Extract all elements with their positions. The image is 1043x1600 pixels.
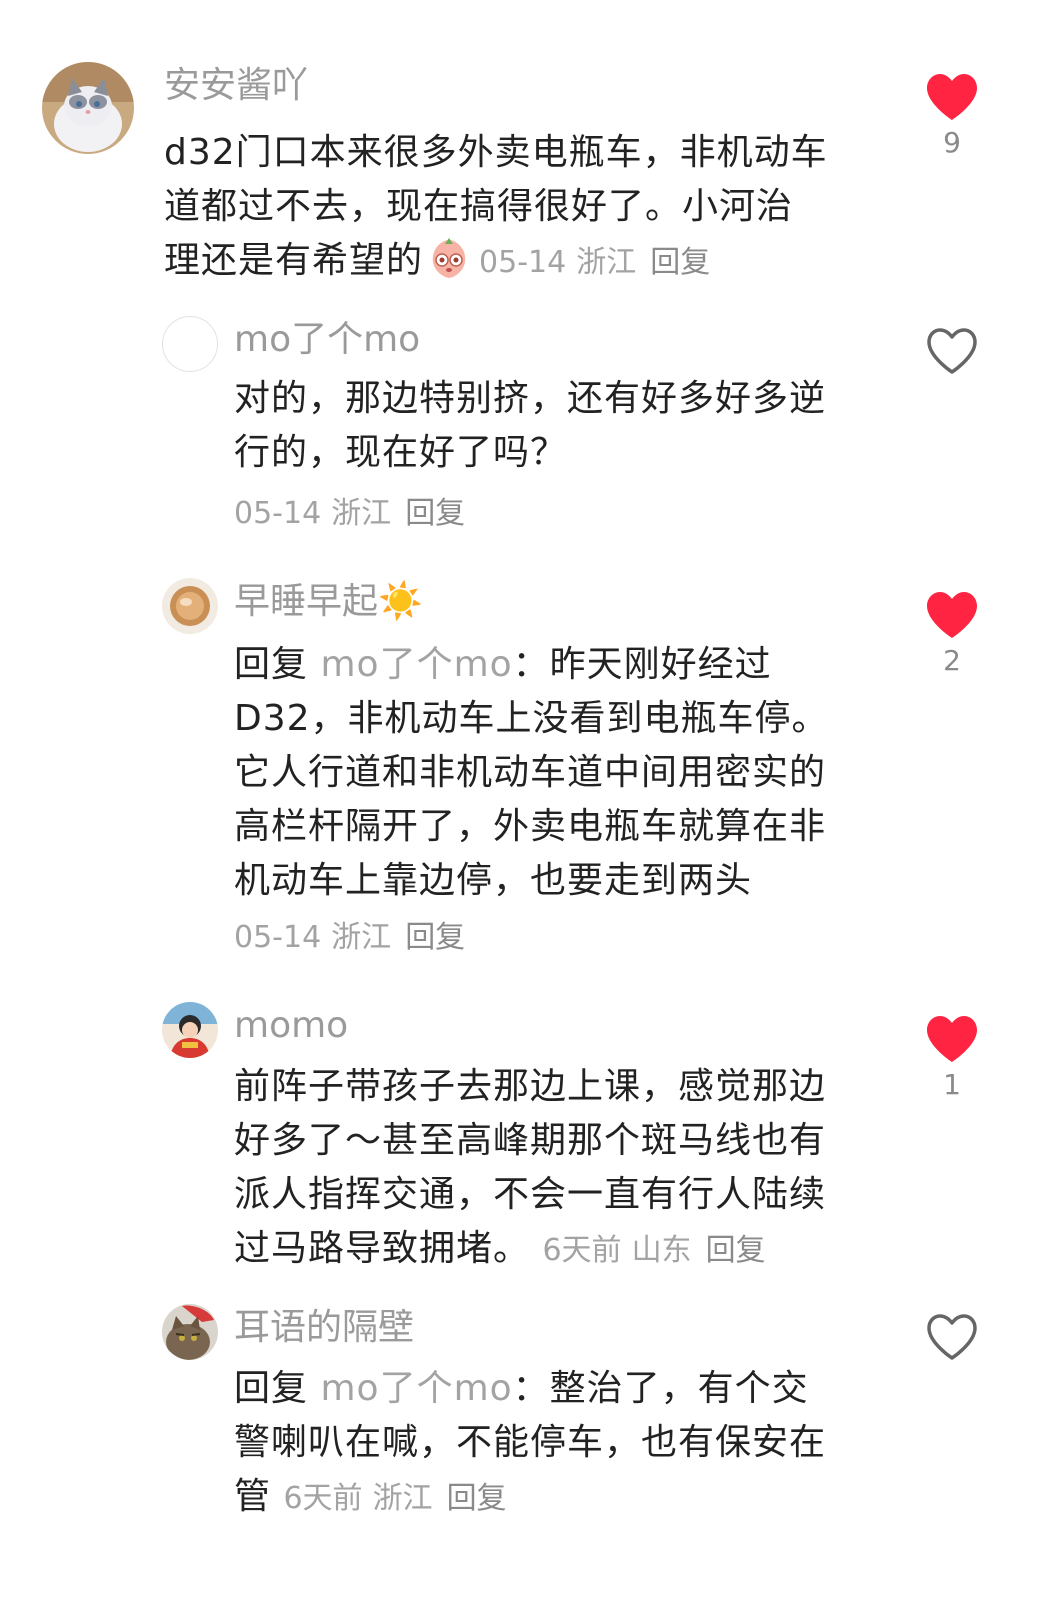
comment-date: 6天前 [283,1481,363,1516]
like-count: 1 [943,1068,961,1101]
reply-button[interactable]: 回复 [650,245,710,280]
reply-prefix: 回复 [234,1368,309,1409]
comment-meta: 05-14 浙江 回复 [234,918,465,958]
like-count: 2 [943,644,961,677]
comment-body: 对的，那边特别挤，还有好多好多逆 行的，现在好了吗？ [234,372,894,480]
comment-username[interactable]: 早睡早起☀️ [234,580,423,624]
comment-line-text: ：昨天刚好经过 [512,644,772,685]
reply-button[interactable]: 回复 [405,920,465,955]
heart-outline-icon [927,1314,977,1360]
peach-face-emoji [427,236,471,280]
comment-meta: 05-14 浙江 回复 [234,494,465,534]
like-button[interactable]: 2 [922,590,982,678]
coffee-avatar[interactable] [162,578,218,634]
comment-line: 行的，现在好了吗？ [234,432,568,473]
comment-line: 对的，那边特别挤，还有好多好多逆 [234,378,827,419]
tabby-cat-avatar[interactable] [162,1304,218,1360]
comment-date: 05-14 [234,920,322,955]
heart-outline-icon [927,328,977,374]
blank-avatar[interactable] [162,316,218,372]
comment-line: 它人行道和非机动车道中间用密实的 [234,752,827,793]
comment-line: 前阵子带孩子去那边上课，感觉那边 [234,1066,827,1107]
like-button[interactable]: 9 [922,72,982,160]
comment-username-text: 早睡早起☀️ [234,581,423,622]
reply-prefix: 回复 [234,644,309,685]
comment-region: 浙江 [576,245,637,280]
comment-username[interactable]: momo [234,1004,348,1048]
like-button[interactable]: 1 [922,1014,982,1102]
comment-line: 管 6天前 浙江 回复 [234,1470,894,1524]
comment-region: 浙江 [372,1481,433,1516]
comment-body: 前阵子带孩子去那边上课，感觉那边 好多了～甚至高峰期那个斑马线也有 派人指挥交通… [234,1060,894,1276]
heart-filled-icon [927,592,977,638]
comment-line: 派人指挥交通，不会一直有行人陆续 [234,1174,827,1215]
comment-date: 05-14 [234,496,322,531]
like-button[interactable] [922,1312,982,1366]
cat-avatar[interactable] [42,62,134,154]
reply-target-username[interactable]: mo了个mo [320,644,512,685]
comment-item: mo了个mo 对的，那边特别挤，还有好多好多逆 行的，现在好了吗？ 05-14 浙… [0,300,1043,550]
comment-item: 安安酱吖 d32门口本来很多外卖电瓶车，非机动车 道都过不去，现在搞得很好了。小… [0,0,1043,300]
comment-item: momo 前阵子带孩子去那边上课，感觉那边 好多了～甚至高峰期那个斑马线也有 派… [0,970,1043,1280]
comment-meta: 05-14 浙江 回复 [479,245,710,280]
comment-item: 早睡早起☀️ 回复 mo了个mo：昨天刚好经过 D32，非机动车上没看到电瓶车停… [0,550,1043,970]
comment-line: D32，非机动车上没看到电瓶车停。 [234,698,829,739]
reply-button[interactable]: 回复 [405,496,465,531]
comment-line-text: 理还是有希望的 [164,240,424,281]
reply-button[interactable]: 回复 [706,1233,766,1268]
like-button[interactable] [922,326,982,380]
comment-body: d32门口本来很多外卖电瓶车，非机动车 道都过不去，现在搞得很好了。小河治 理还… [164,126,894,288]
comment-line: 回复 mo了个mo：昨天刚好经过 [234,638,894,692]
comment-username[interactable]: mo了个mo [234,318,420,362]
comment-body: 回复 mo了个mo：昨天刚好经过 D32，非机动车上没看到电瓶车停。 它人行道和… [234,638,894,908]
comment-body: 回复 mo了个mo：整治了，有个交 警喇叭在喊，不能停车，也有保安在 管 6天前… [234,1362,894,1524]
comment-date: 05-14 [479,245,567,280]
comment-line: d32门口本来很多外卖电瓶车，非机动车 [164,132,828,173]
comment-meta: 6天前 山东 回复 [542,1233,765,1268]
comment-meta: 6天前 浙江 回复 [283,1481,506,1516]
comment-line: 好多了～甚至高峰期那个斑马线也有 [234,1120,827,1161]
girl-avatar[interactable] [162,1002,218,1058]
comment-username[interactable]: 耳语的隔壁 [234,1306,414,1350]
comment-username[interactable]: 安安酱吖 [164,64,308,108]
comment-line: 理还是有希望的 05-14 浙江 回复 [164,234,894,288]
comment-date: 6天前 [542,1233,622,1268]
like-count: 9 [943,126,961,159]
comment-line-text: 管 [234,1476,272,1517]
comment-region: 浙江 [331,920,392,955]
reply-target-username[interactable]: mo了个mo [320,1368,512,1409]
comment-line: 回复 mo了个mo：整治了，有个交 [234,1362,894,1416]
comment-line: 过马路导致拥堵。 6天前 山东 回复 [234,1222,894,1276]
reply-button[interactable]: 回复 [447,1481,507,1516]
comment-line: 道都过不去，现在搞得很好了。小河治 [164,186,794,227]
comment-region: 浙江 [331,496,392,531]
comment-line-text: ：整治了，有个交 [512,1368,809,1409]
comment-region: 山东 [631,1233,692,1268]
comment-line-text: 过马路导致拥堵。 [234,1228,531,1269]
comment-line: 警喇叭在喊，不能停车，也有保安在 [234,1422,827,1463]
comment-line: 高栏杆隔开了，外卖电瓶车就算在非 [234,806,827,847]
heart-filled-icon [927,1016,977,1062]
comment-item: 耳语的隔壁 回复 mo了个mo：整治了，有个交 警喇叭在喊，不能停车，也有保安在… [0,1280,1043,1580]
heart-filled-icon [927,74,977,120]
comment-line: 机动车上靠边停，也要走到两头 [234,860,753,901]
